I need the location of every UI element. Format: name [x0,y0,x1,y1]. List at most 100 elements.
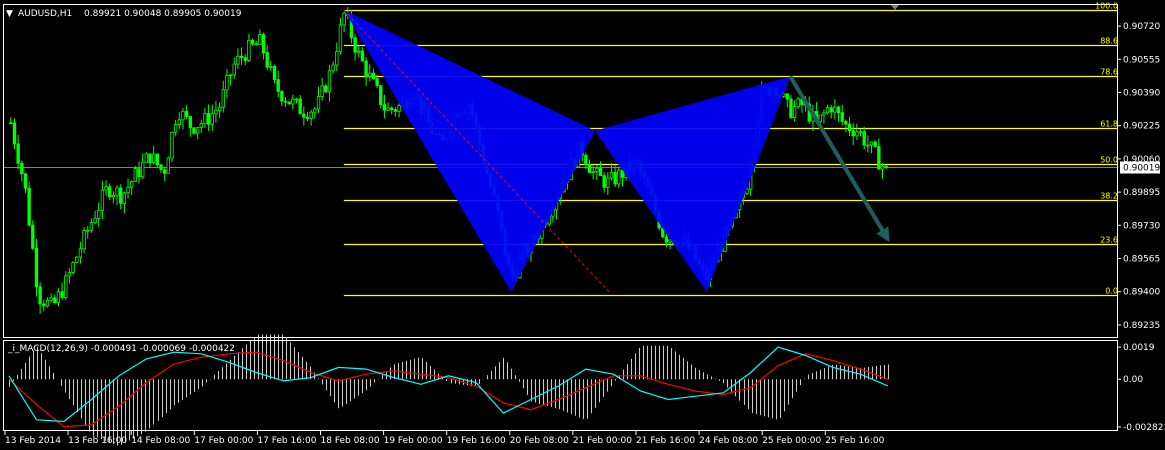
candle-body [97,209,101,219]
time-axis-label: 21 Feb 16:00 [636,436,695,446]
candle-body [265,52,269,68]
candle-body [272,66,277,80]
candle-body [379,85,383,106]
macd-axis-label: -0.002821 [1123,423,1165,433]
candle-body [825,107,830,114]
current-price-label: 0.90019 [1123,164,1160,174]
candle-body [111,194,116,198]
candle-body [595,167,599,172]
candle-body [617,169,621,185]
candle-body [56,291,61,304]
candle-body [258,34,262,45]
chart-canvas: 100.0 88.6 78.6 61.8 50.0 38.2 23.6 0.0 0.90720… [0,0,1165,450]
candle-body [49,297,53,301]
fib-level-label: 50.0 [1100,156,1118,165]
candle-body [353,37,357,53]
candle-body [173,124,178,133]
candle-body [53,297,57,304]
candle-body [206,113,211,125]
time-axis-label: 14 Feb 08:00 [131,436,190,446]
candle-body [584,154,588,165]
candle-body [291,98,295,105]
candle-body [371,72,376,79]
candle-body [221,89,225,108]
candle-body [247,39,251,61]
candle-body [170,131,174,159]
candle-body [119,187,123,204]
candle-body [327,70,332,93]
fib-level-label: 38.2 [1100,192,1118,201]
candle-body [792,106,797,118]
price-axis-label: 0.90720 [1123,22,1160,32]
candle-body [104,186,108,191]
fib-level-label: 61.8 [1100,120,1118,129]
candle-body [316,96,321,110]
candle-body [280,91,284,102]
candle-body [796,98,800,108]
candle-body [283,100,288,103]
candle-body [382,104,387,111]
time-axis-label: 18 Feb 08:00 [321,436,380,446]
candle-body [294,98,299,101]
time-axis-label: 17 Feb 16:00 [257,436,316,446]
candle-body [866,144,870,147]
candle-body [880,165,885,170]
candle-body [818,114,822,122]
candle-body [305,116,310,119]
candle-body [89,222,94,231]
candle-body [254,43,258,46]
candle-body [789,98,793,118]
price-axis-label: 0.90555 [1123,55,1160,65]
candle-body [338,24,343,53]
candle-body [298,98,302,115]
candle-body [166,157,171,174]
candle-body [225,75,229,91]
candle-body [228,74,233,77]
fib-level-label: 23.6 [1100,236,1118,245]
candle-body [276,79,280,92]
candle-body [192,127,196,134]
candle-body [31,224,35,249]
candle-body [239,55,244,59]
candle-body [664,236,669,243]
candle-body [364,60,368,78]
candle-body [668,239,672,243]
time-axis-label: 17 Feb 00:00 [194,436,253,446]
candle-body [877,146,881,170]
symbol-timeframe-label: AUDUSD,H1 [18,9,72,19]
fib-level-label: 78.6 [1100,68,1118,77]
candle-body [199,123,203,129]
chart-menu-icon[interactable]: ▼ [6,9,13,19]
candle-body [38,286,42,305]
candle-body [115,187,119,196]
candle-body [140,161,145,178]
candle-body [148,153,152,164]
candle-body [188,116,192,129]
candle-body [184,110,189,117]
candle-body [390,107,394,111]
candle-body [67,271,72,277]
price-axis-label: 0.89400 [1123,288,1160,298]
time-axis-label: 19 Feb 16:00 [447,436,506,446]
candle-body [144,153,149,163]
candle-body [261,34,266,53]
candle-body [42,303,46,307]
candle-body [181,110,185,121]
candle-body [71,262,75,273]
candle-body [386,107,390,111]
candle-body [137,168,141,178]
macd-axis-label: 0.00 [1123,375,1143,385]
candle-body [16,143,20,164]
candle-body [34,247,39,288]
macd-axis-label: 0.0019 [1123,343,1155,353]
candle-body [368,72,372,78]
candle-body [217,106,222,112]
time-axis-label: 13 Feb 16:00 [68,436,127,446]
candle-body [587,164,592,173]
candle-body [23,173,28,189]
candle-body [214,110,218,115]
time-axis-label: 25 Feb 00:00 [762,436,821,446]
candle-body [195,127,200,134]
candle-body [122,192,127,204]
price-axis-label: 0.90225 [1123,122,1160,132]
